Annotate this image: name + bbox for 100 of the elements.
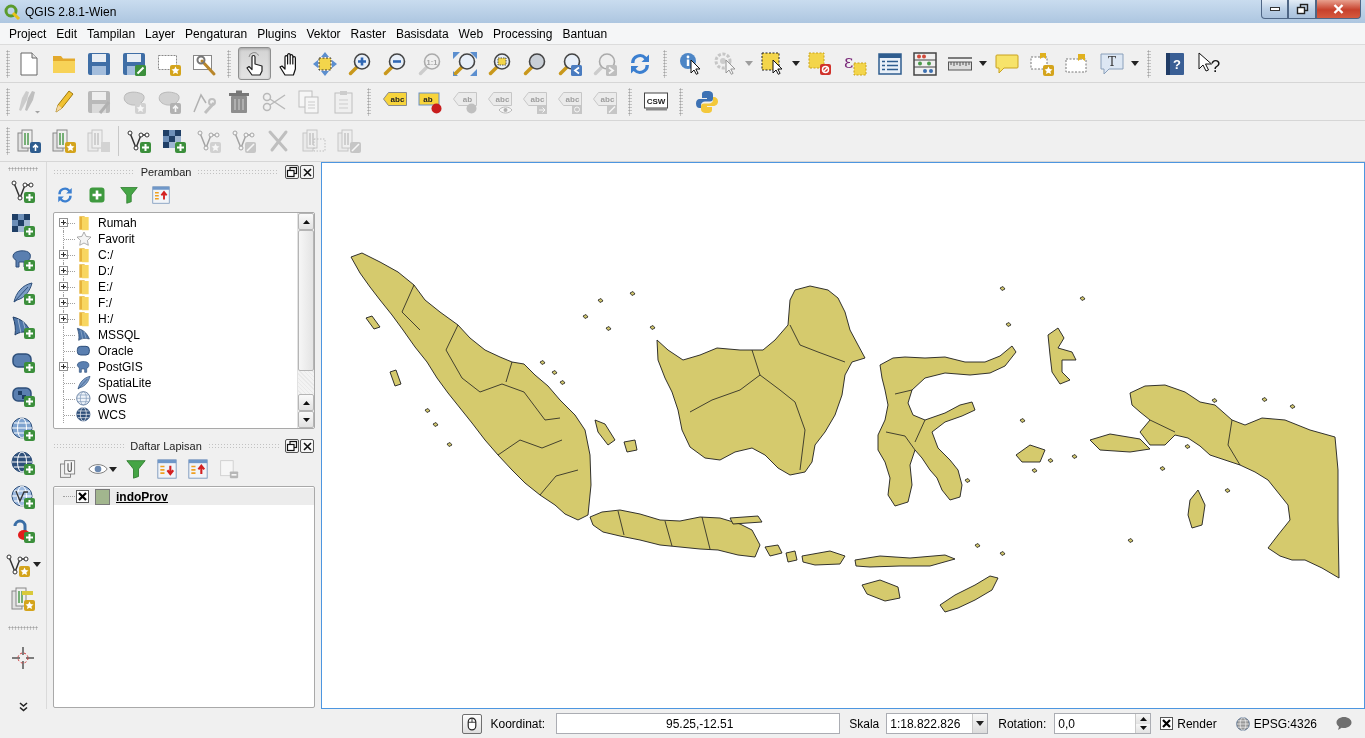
caret-icon: [32, 562, 41, 567]
expand-button[interactable]: [59, 314, 68, 323]
expand-button[interactable]: [59, 266, 68, 275]
menu-item[interactable]: Layer: [140, 23, 181, 44]
caret-icon: [745, 61, 753, 66]
caret-icon: [792, 61, 800, 66]
sheets-arrow-icon: [16, 129, 41, 153]
collapse-all-button[interactable]: [185, 457, 211, 481]
text-annotation-button[interactable]: T: [1095, 47, 1140, 80]
spin-up-button[interactable]: [1135, 714, 1151, 724]
toolbar-grip[interactable]: [6, 127, 10, 155]
scrollbar-thumb[interactable]: [298, 230, 314, 371]
sheets-pencil-icon: [336, 129, 361, 153]
restore-button[interactable]: [1288, 0, 1316, 19]
islet-shape: [1047, 458, 1054, 463]
tree-item-label[interactable]: Oracle: [98, 344, 134, 358]
expand-button[interactable]: [59, 250, 68, 259]
tree-item-label[interactable]: OWS: [98, 392, 127, 406]
render-checkbox[interactable]: [1160, 717, 1174, 730]
scroll-up-button[interactable]: [298, 213, 314, 230]
islet-shape: [605, 326, 612, 331]
menu-item[interactable]: Pengaturan: [180, 23, 253, 44]
close-panel-button[interactable]: [300, 439, 314, 453]
sail-icon: [76, 327, 92, 343]
tree-item-label[interactable]: H:/: [98, 312, 114, 326]
toolbar-grip[interactable]: [628, 87, 632, 116]
layer-name[interactable]: indoProv: [116, 489, 168, 504]
expand-button[interactable]: [59, 362, 68, 371]
toolbar-grip[interactable]: [6, 87, 10, 116]
folder-icon: [76, 279, 92, 295]
scale-dropdown[interactable]: 1:18.822.826: [886, 713, 989, 734]
close-panel-button[interactable]: [300, 165, 314, 179]
menu-item[interactable]: Bantuan: [557, 23, 613, 44]
toolbar-grip[interactable]: [679, 87, 683, 116]
scrollbar[interactable]: [297, 213, 314, 428]
minimize-button[interactable]: [1261, 0, 1288, 19]
plus-icon: [61, 300, 66, 305]
islet-shape: [974, 543, 981, 548]
tree-item-label[interactable]: E:/: [98, 280, 113, 294]
menu-item[interactable]: Project: [4, 23, 52, 44]
tree-item-label[interactable]: Favorit: [98, 232, 135, 246]
gear-cursor-icon: [714, 51, 738, 76]
expand-all-button[interactable]: [154, 457, 180, 481]
tree-item-label[interactable]: SpatiaLite: [98, 376, 152, 390]
menu-item[interactable]: Processing: [488, 23, 558, 44]
up-arrow-icon: [302, 219, 310, 224]
filter-legend-button[interactable]: [123, 457, 149, 481]
touch-pan-button[interactable]: [238, 47, 271, 80]
rotation-spinbox[interactable]: 0,0: [1054, 713, 1152, 734]
checker-plus-icon: [161, 129, 186, 153]
menu-item[interactable]: Web: [453, 23, 489, 44]
expand-button[interactable]: [59, 298, 68, 307]
menu-item[interactable]: Vektor: [301, 23, 346, 44]
tree-item-label[interactable]: C:/: [98, 248, 114, 262]
coordinate-field[interactable]: 95.25,-12.51: [556, 713, 841, 734]
globe-icon: [76, 391, 92, 407]
pencils-icon: [16, 89, 41, 114]
menu-item[interactable]: Plugins: [252, 23, 302, 44]
scroll-down-button[interactable]: [298, 411, 314, 428]
messages-button[interactable]: [1336, 716, 1352, 731]
toolbar-grip[interactable]: [663, 49, 667, 78]
info-cursor-icon: [678, 51, 703, 76]
layer-row[interactable]: indoProv: [54, 488, 314, 505]
menu-item[interactable]: Edit: [51, 23, 83, 44]
tree-item-label[interactable]: Rumah: [98, 216, 137, 230]
zoom-in-icon: [347, 51, 372, 76]
layer-visibility-checkbox[interactable]: [76, 490, 89, 503]
toolbar-grip[interactable]: [227, 49, 231, 78]
tree-item-label[interactable]: WCS: [98, 408, 126, 422]
blob-icon: [76, 359, 92, 375]
menu-item[interactable]: Basisdata: [390, 23, 454, 44]
toolbar-grip[interactable]: [6, 49, 10, 78]
tree-item-label[interactable]: PostGIS: [98, 360, 143, 374]
toolbar-grip[interactable]: [367, 87, 371, 116]
crosshair-icon: [11, 645, 35, 670]
toolbar-grip[interactable]: [8, 626, 38, 630]
float-panel-button[interactable]: [285, 165, 299, 179]
x-mark-icon: [78, 492, 87, 501]
expand-button[interactable]: [59, 282, 68, 291]
expand-button[interactable]: [59, 218, 68, 227]
close-button[interactable]: [1316, 0, 1361, 19]
menu-item[interactable]: Tampilan: [82, 23, 141, 44]
rounded-rectangle-icon: [76, 343, 92, 359]
hook-dot-plus-icon: [11, 518, 35, 543]
float-panel-button[interactable]: [285, 439, 299, 453]
python-icon: [694, 89, 719, 114]
toolbar-grip[interactable]: [8, 167, 38, 171]
globe-icon: [76, 407, 92, 423]
tree-item-label[interactable]: F:/: [98, 296, 112, 310]
toolbar-grip[interactable]: [1147, 49, 1151, 78]
tree-item-label[interactable]: MSSQL: [98, 328, 140, 342]
folder-icon: [76, 263, 92, 279]
menu-item[interactable]: Raster: [345, 23, 391, 44]
islet-shape: [629, 291, 636, 296]
crs-button[interactable]: EPSG:4326: [1235, 716, 1317, 731]
coordinate-toggle-button[interactable]: [461, 713, 482, 734]
tree-item-label[interactable]: D:/: [98, 264, 114, 278]
spin-down-button[interactable]: [1135, 723, 1151, 733]
scroll-up-button[interactable]: [298, 394, 314, 411]
window-title: QGIS 2.8.1-Wien: [25, 4, 117, 19]
